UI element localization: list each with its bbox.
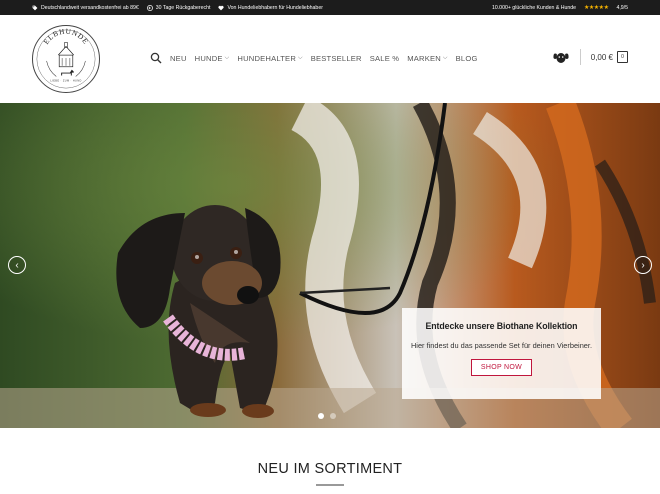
header-actions: 0,00 € 0 (552, 49, 628, 65)
nav-label: MARKEN (407, 53, 441, 63)
search-icon[interactable] (150, 52, 162, 64)
slider-prev-button[interactable]: ‹ (8, 256, 26, 274)
chevron-down-icon: ⌵ (298, 54, 303, 61)
nav-item-neu[interactable]: NEU (170, 54, 187, 63)
section-title: NEU IM SORTIMENT (257, 461, 403, 477)
nav-item-hundehalter[interactable]: HUNDEHALTER ⌵ (237, 54, 302, 63)
nav-label: SALE % (369, 53, 400, 63)
shop-now-button[interactable]: SHOP NOW (470, 359, 533, 376)
reviews-summary[interactable]: 10.000+ glückliche Kunden & Hunde ★★★★★ … (491, 4, 628, 12)
star-rating-icon: ★★★★★ (584, 5, 609, 11)
dog-account-icon[interactable] (552, 50, 570, 64)
usp-shipping-text: Deutschlandweit versandkostenfrei ab 89€ (41, 4, 139, 11)
chevron-down-icon: ⌵ (224, 54, 230, 61)
cart-icon: 0 (617, 51, 628, 63)
usp-returns: 30 Tage Rückgaberecht (146, 4, 211, 11)
hero-slider: ‹ › Entdecke unsere Biothane Kollektion … (0, 103, 660, 428)
chevron-right-icon: › (641, 259, 645, 271)
section-underline (316, 484, 344, 486)
nav-item-marken[interactable]: MARKEN ⌵ (407, 54, 447, 63)
cart-count: 0 (621, 54, 624, 60)
nav-item-bestseller[interactable]: BESTSELLER (311, 54, 362, 63)
usp-shipping: Deutschlandweit versandkostenfrei ab 89€ (32, 5, 139, 11)
return-icon (146, 4, 153, 11)
promo-title: Entdecke unsere Biothane Kollektion (425, 321, 578, 331)
site-header: ELBHUNDE LIEBE · ZUM · HUND NEU HUNDE ⌵ H… (0, 15, 660, 103)
main-navigation: NEU HUNDE ⌵ HUNDEHALTER ⌵ BESTSELLER SALE … (150, 52, 486, 64)
slider-dots (318, 413, 336, 419)
usp-list: Deutschlandweit versandkostenfrei ab 89€… (32, 5, 323, 11)
chevron-down-icon: ⌵ (442, 54, 448, 61)
nav-item-sale[interactable]: SALE % (370, 54, 399, 63)
usp-community-text: Von Hundeliebhabern für Hundeliebhaber (227, 4, 323, 11)
heart-icon (218, 5, 225, 10)
slider-dot-2[interactable] (330, 413, 336, 419)
nav-label: BLOG (455, 53, 478, 63)
cart-button[interactable]: 0,00 € 0 (591, 51, 628, 63)
svg-text:ELBHUNDE: ELBHUNDE (42, 28, 90, 46)
tag-icon (32, 5, 38, 10)
nav-label: BESTSELLER (310, 53, 362, 63)
chevron-left-icon: ‹ (15, 259, 19, 271)
nav-item-hunde[interactable]: HUNDE ⌵ (195, 54, 230, 63)
promo-subtitle: Hier findest du das passende Set für dei… (410, 341, 593, 350)
announcement-bar: Deutschlandweit versandkostenfrei ab 89€… (0, 0, 660, 15)
brand-logo[interactable]: ELBHUNDE LIEBE · ZUM · HUND (32, 25, 100, 93)
slider-next-button[interactable]: › (634, 256, 652, 274)
cart-total: 0,00 € (590, 52, 613, 62)
usp-community: Von Hundeliebhabern für Hundeliebhaber (218, 4, 323, 11)
nav-label: NEU (170, 53, 187, 63)
rating-value: 4,9/5 (616, 4, 628, 11)
promo-card: Entdecke unsere Biothane Kollektion Hier… (402, 308, 601, 399)
nav-item-blog[interactable]: BLOG (456, 54, 478, 63)
nav-label: HUNDEHALTER (237, 53, 297, 63)
new-products-section: NEU IM SORTIMENT (0, 428, 660, 494)
svg-text:LIEBE · ZUM · HUND: LIEBE · ZUM · HUND (50, 79, 81, 82)
header-divider (579, 49, 581, 65)
slider-dot-1[interactable] (318, 413, 324, 419)
nav-label: HUNDE (194, 53, 223, 63)
elbhunde-logo-icon: ELBHUNDE LIEBE · ZUM · HUND (36, 28, 96, 89)
usp-returns-text: 30 Tage Rückgaberecht (155, 4, 211, 11)
reviews-text: 10.000+ glückliche Kunden & Hunde (491, 4, 577, 11)
